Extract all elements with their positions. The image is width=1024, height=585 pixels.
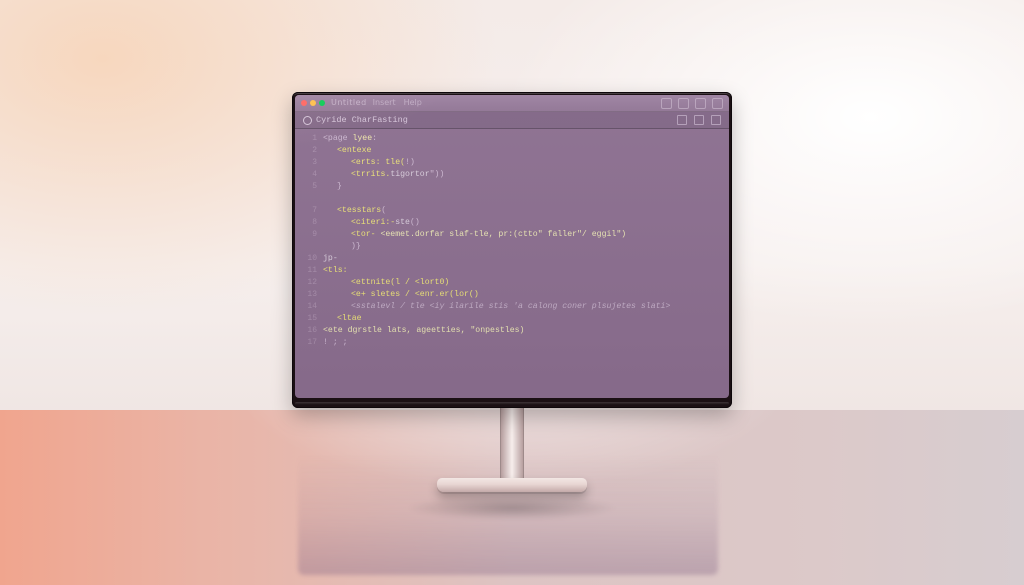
window-titlebar[interactable]: Untitled Insert Help <box>295 95 729 112</box>
monitor: Untitled Insert Help <box>292 92 732 492</box>
line-number: 7 <box>295 205 317 217</box>
traffic-lights[interactable] <box>301 100 325 106</box>
line-number: 14 <box>295 301 317 313</box>
code-line[interactable]: <page lyee: <box>323 133 670 145</box>
scene-backdrop: Untitled Insert Help <box>0 0 1024 585</box>
line-number: 8 <box>295 217 317 229</box>
code-token: <entexe <box>337 146 371 155</box>
code-token: jp- <box>323 254 338 263</box>
line-number: 16 <box>295 325 317 337</box>
code-lines[interactable]: <page lyee:<entexe<erts: tle(!)<trrits.t… <box>323 133 678 349</box>
line-number-gutter: 123457891011121314151617 <box>295 133 323 349</box>
code-token: ")) <box>430 170 445 179</box>
line-number: 2 <box>295 145 317 157</box>
code-token: } <box>337 182 342 191</box>
code-area[interactable]: 123457891011121314151617 <page lyee:<ent… <box>295 129 729 355</box>
code-token: ( <box>381 206 386 215</box>
code-line[interactable] <box>323 193 670 205</box>
code-token: <ettnite(l / <lort0) <box>351 278 449 287</box>
line-number <box>295 193 317 205</box>
window-actions[interactable] <box>661 98 723 109</box>
panel-icon[interactable] <box>677 115 687 125</box>
code-token: <erts: tle( <box>351 158 405 167</box>
window-menu[interactable]: Insert Help <box>373 97 422 109</box>
monitor-bezel: Untitled Insert Help <box>292 92 732 408</box>
code-line[interactable]: jp- <box>323 253 670 265</box>
zoom-icon[interactable] <box>319 100 325 106</box>
code-token: <tls: <box>323 266 348 275</box>
line-number: 15 <box>295 313 317 325</box>
menu-help[interactable]: Help <box>404 97 422 109</box>
code-token: <tesstars <box>337 206 381 215</box>
code-line[interactable]: <ettnite(l / <lort0) <box>323 277 670 289</box>
code-token: <eemet.dorfar slaf-tle, pr:(ctto" faller… <box>380 230 626 239</box>
code-token: <e+ sletes / <enr.er(lor() <box>351 290 479 299</box>
code-line[interactable]: <tor- <eemet.dorfar slaf-tle, pr:(ctto" … <box>323 229 670 241</box>
minimize-icon[interactable] <box>310 100 316 106</box>
code-line[interactable]: <citeri:-ste() <box>323 217 670 229</box>
code-token: ! ; ; <box>323 338 348 347</box>
code-line[interactable]: ! ; ; <box>323 337 670 349</box>
line-number: 12 <box>295 277 317 289</box>
code-token: <sstalevl / tle <iy ilarile stis 'a calo… <box>351 302 670 311</box>
code-token: tigortor <box>390 170 429 179</box>
code-line[interactable]: <erts: tle(!) <box>323 157 670 169</box>
action-icon[interactable] <box>661 98 672 109</box>
action-icon[interactable] <box>695 98 706 109</box>
tab-filename: Cyride CharFasting <box>316 114 408 126</box>
code-token: )} <box>351 242 361 251</box>
code-line[interactable]: )} <box>323 241 670 253</box>
hamburger-icon[interactable] <box>712 98 723 109</box>
window-title: Untitled <box>331 97 367 109</box>
panel-icon[interactable] <box>694 115 704 125</box>
code-token: : <box>372 134 377 143</box>
line-number: 17 <box>295 337 317 349</box>
monitor-neck <box>500 408 524 480</box>
line-number <box>295 241 317 253</box>
line-number: 1 <box>295 133 317 145</box>
code-line[interactable]: <entexe <box>323 145 670 157</box>
code-line[interactable]: <e+ sletes / <enr.er(lor() <box>323 289 670 301</box>
code-line[interactable]: <tesstars( <box>323 205 670 217</box>
line-number: 3 <box>295 157 317 169</box>
active-tab[interactable]: Cyride CharFasting <box>303 114 408 126</box>
code-line[interactable]: <sstalevl / tle <iy ilarile stis 'a calo… <box>323 301 670 313</box>
line-number: 4 <box>295 169 317 181</box>
code-token: ste <box>395 218 410 227</box>
tab-actions[interactable] <box>677 115 721 125</box>
code-token: <citeri:- <box>351 218 395 227</box>
line-number: 5 <box>295 181 317 193</box>
code-token: !) <box>405 158 415 167</box>
editor-tabbar[interactable]: Cyride CharFasting <box>295 112 729 129</box>
action-icon[interactable] <box>678 98 689 109</box>
code-token: <ete dgrstle lats, ageetties, "onpestles… <box>323 326 524 335</box>
panel-icon[interactable] <box>711 115 721 125</box>
code-line[interactable]: <trrits.tigortor")) <box>323 169 670 181</box>
code-line[interactable]: <ltae <box>323 313 670 325</box>
line-number: 11 <box>295 265 317 277</box>
line-number: 9 <box>295 229 317 241</box>
file-status-icon <box>303 116 312 125</box>
monitor-base <box>437 478 587 492</box>
code-editor-window: Untitled Insert Help <box>295 95 729 398</box>
code-line[interactable]: <ete dgrstle lats, ageetties, "onpestles… <box>323 325 670 337</box>
close-icon[interactable] <box>301 100 307 106</box>
code-token: () <box>410 218 420 227</box>
code-token: <page <box>323 134 352 143</box>
menu-insert[interactable]: Insert <box>373 97 396 109</box>
code-line[interactable]: <tls: <box>323 265 670 277</box>
line-number: 10 <box>295 253 317 265</box>
code-token: lyee <box>352 134 372 143</box>
code-line[interactable]: } <box>323 181 670 193</box>
line-number: 13 <box>295 289 317 301</box>
code-token: <trrits. <box>351 170 390 179</box>
code-token: <ltae <box>337 314 362 323</box>
code-token: <tor- <box>351 230 380 239</box>
